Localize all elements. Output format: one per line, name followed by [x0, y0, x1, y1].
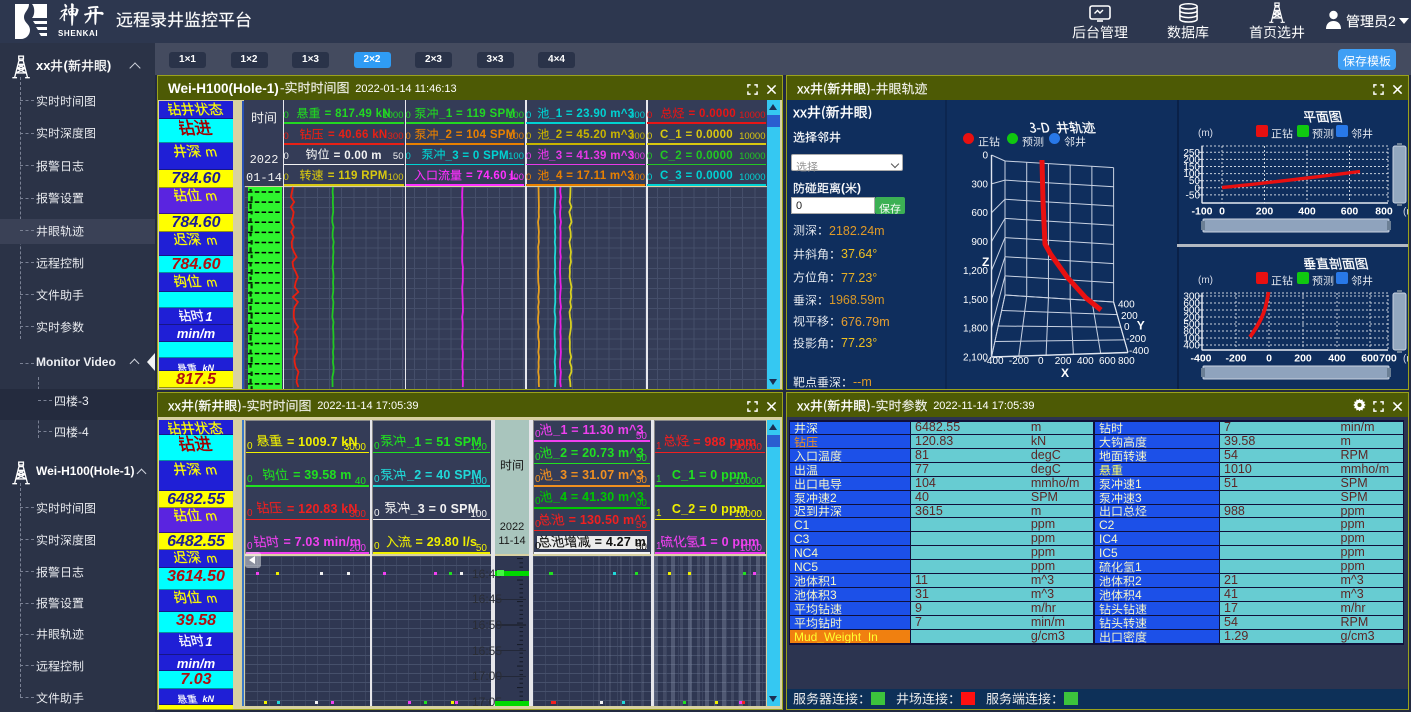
svg-text:600: 600	[971, 208, 988, 219]
svg-text:1,500: 1,500	[963, 295, 988, 306]
svg-text:400: 400	[1118, 300, 1135, 311]
svg-text:200: 200	[1294, 353, 1312, 365]
svg-text:Z: Z	[982, 255, 989, 269]
svg-text:800: 800	[1118, 356, 1135, 367]
svg-text:400: 400	[1077, 356, 1094, 367]
svg-text:(m): (m)	[1403, 354, 1409, 365]
svg-text:(m): (m)	[1198, 275, 1213, 286]
svg-text:-400: -400	[984, 356, 1004, 367]
svg-text:0: 0	[982, 151, 988, 162]
svg-text:800: 800	[1375, 206, 1393, 218]
svg-text:200: 200	[1121, 311, 1138, 322]
svg-text:X: X	[1061, 366, 1069, 380]
svg-text:-200: -200	[1126, 334, 1146, 345]
svg-text:600: 600	[1099, 356, 1116, 367]
svg-text:700: 700	[1379, 353, 1397, 365]
svg-text:-50: -50	[1186, 190, 1201, 201]
svg-text:400: 400	[1298, 206, 1316, 218]
svg-text:600: 600	[1361, 353, 1379, 365]
svg-text:-400: -400	[1190, 353, 1211, 365]
svg-text:0: 0	[1124, 322, 1130, 333]
svg-text:600: 600	[1341, 206, 1359, 218]
svg-text:0: 0	[1266, 353, 1272, 365]
svg-text:0: 0	[1038, 356, 1044, 367]
svg-text:1,800: 1,800	[963, 324, 988, 335]
svg-text:200: 200	[1256, 206, 1274, 218]
svg-text:300: 300	[971, 179, 988, 190]
svg-text:-400: -400	[1129, 346, 1149, 357]
svg-text:900: 900	[971, 237, 988, 248]
svg-text:-200: -200	[1225, 353, 1246, 365]
svg-text:(m): (m)	[1403, 207, 1409, 218]
svg-text:-100: -100	[1191, 206, 1212, 218]
svg-text:(m): (m)	[1198, 128, 1213, 139]
svg-text:400: 400	[1183, 341, 1200, 352]
svg-text:Y: Y	[1137, 319, 1145, 333]
svg-text:0: 0	[1219, 206, 1225, 218]
svg-text:-200: -200	[1009, 356, 1029, 367]
svg-text:400: 400	[1328, 353, 1346, 365]
